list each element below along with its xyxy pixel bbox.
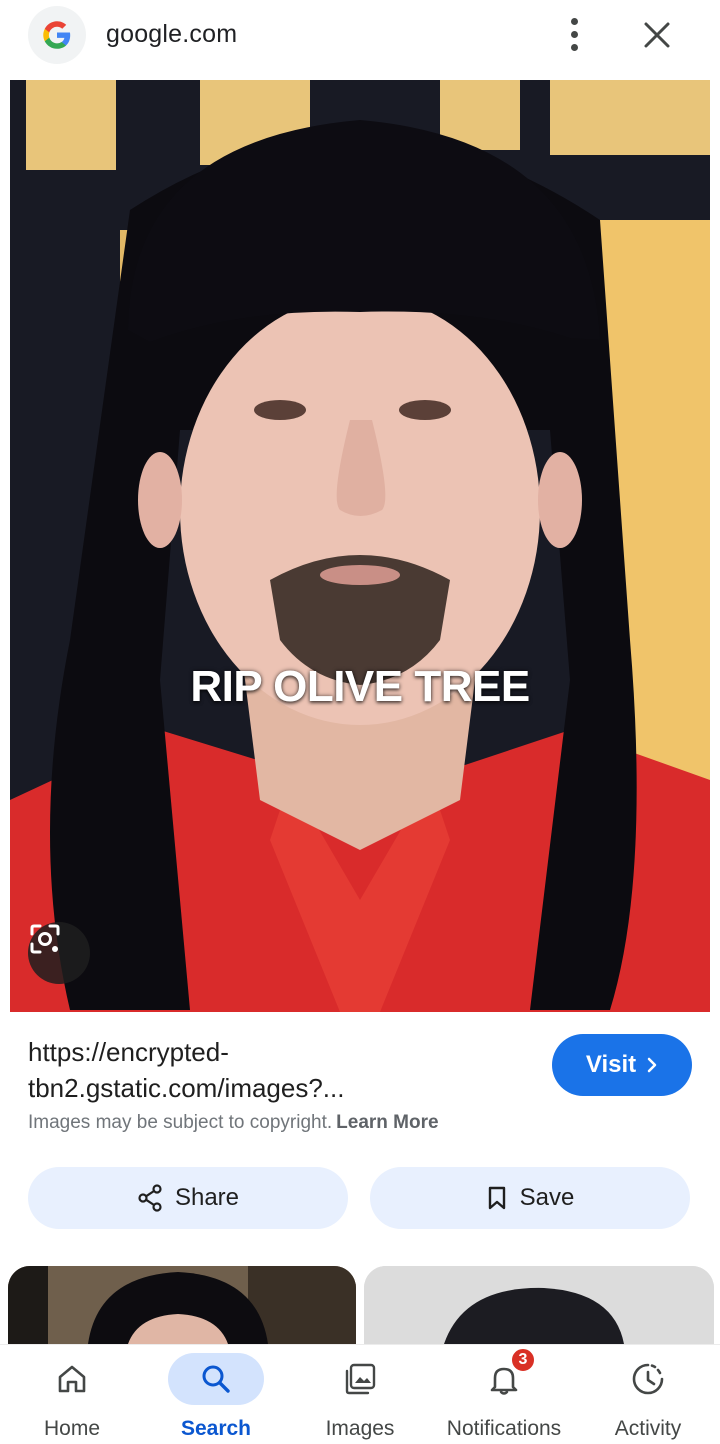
close-icon[interactable] <box>636 14 678 56</box>
image-caption: RIP OLIVE TREE <box>190 662 530 711</box>
nav-label: Notifications <box>446 1417 562 1440</box>
nav-item-notifications[interactable]: 3 Notifications <box>432 1345 576 1444</box>
visit-label: Visit <box>585 1051 637 1078</box>
result-image[interactable]: RIP OLIVE TREE <box>10 80 710 1012</box>
home-icon <box>24 1353 120 1405</box>
nav-item-images[interactable]: Images <box>288 1345 432 1444</box>
share-icon <box>138 1184 162 1212</box>
images-icon <box>312 1353 408 1405</box>
bell-icon: 3 <box>456 1347 552 1405</box>
nav-label: Images <box>325 1417 395 1440</box>
related-image[interactable] <box>364 1266 714 1344</box>
share-button[interactable]: Share <box>28 1167 348 1229</box>
nav-item-home[interactable]: Home <box>0 1345 144 1444</box>
save-button[interactable]: Save <box>370 1167 690 1229</box>
google-logo-icon[interactable] <box>28 6 86 64</box>
copyright-notice: Images may be subject to copyright. Learn… <box>28 1112 439 1134</box>
activity-icon <box>600 1353 696 1405</box>
bookmark-icon <box>488 1186 505 1210</box>
top-bar: google.com <box>0 0 720 80</box>
nav-label: Search <box>180 1417 252 1440</box>
more-options-icon[interactable] <box>556 14 592 54</box>
copyright-text: Images may be subject to copyright. <box>28 1112 333 1133</box>
search-icon <box>168 1353 264 1405</box>
nav-item-activity[interactable]: Activity <box>576 1345 720 1444</box>
source-url[interactable]: https://encrypted-tbn2.gstatic.com/image… <box>28 1034 528 1106</box>
learn-more-link[interactable]: Learn More <box>336 1112 438 1133</box>
page-domain[interactable]: google.com <box>106 20 237 49</box>
save-label: Save <box>519 1184 575 1211</box>
visit-button[interactable]: Visit <box>552 1034 692 1096</box>
nav-label: Activity <box>614 1417 682 1440</box>
chevron-right-icon <box>647 1057 657 1073</box>
notification-badge: 3 <box>510 1347 536 1373</box>
share-label: Share <box>174 1184 240 1211</box>
nav-item-search[interactable]: Search <box>144 1345 288 1444</box>
nav-label: Home <box>43 1417 101 1440</box>
related-image[interactable] <box>8 1266 356 1344</box>
bottom-navigation: Home Search Images 3 Notifications Activ… <box>0 1344 720 1444</box>
lens-icon[interactable] <box>28 922 90 984</box>
